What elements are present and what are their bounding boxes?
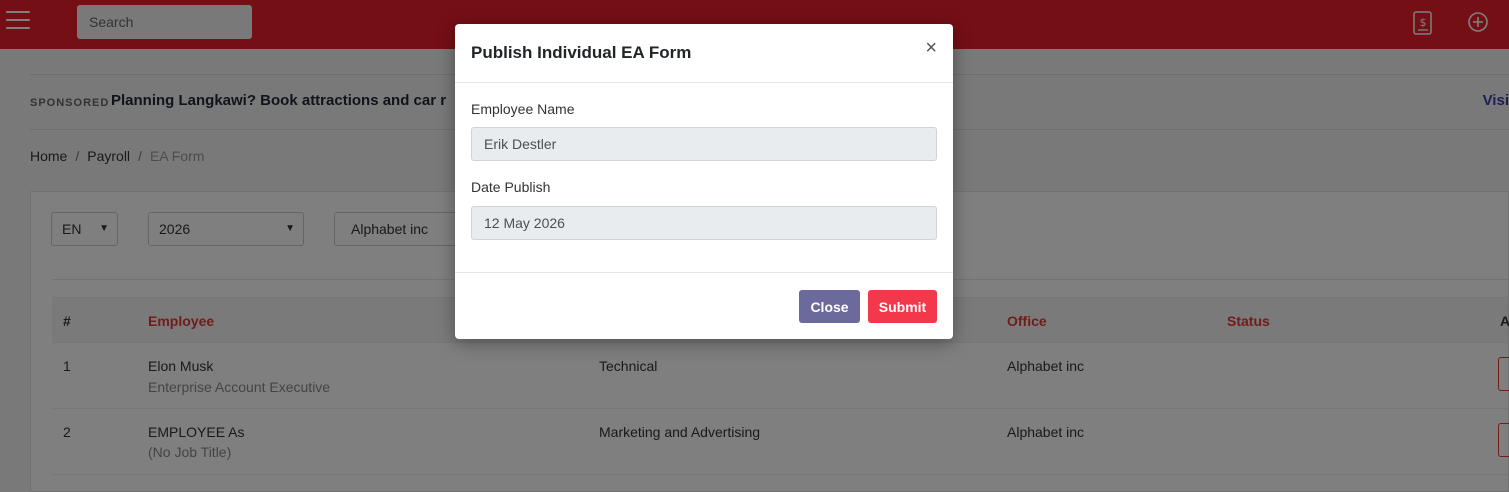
- employee-name-label: Employee Name: [471, 101, 575, 117]
- publish-ea-form-modal: Publish Individual EA Form × Employee Na…: [455, 24, 953, 339]
- employee-name-field[interactable]: [471, 127, 937, 161]
- modal-footer: Close Submit: [455, 272, 953, 339]
- submit-button[interactable]: Submit: [868, 290, 937, 323]
- modal-title: Publish Individual EA Form: [471, 43, 692, 62]
- modal-header: Publish Individual EA Form ×: [455, 24, 953, 83]
- date-publish-field[interactable]: [471, 206, 937, 240]
- date-publish-label: Date Publish: [471, 179, 551, 195]
- close-button[interactable]: Close: [799, 290, 860, 323]
- close-icon[interactable]: ×: [925, 38, 937, 58]
